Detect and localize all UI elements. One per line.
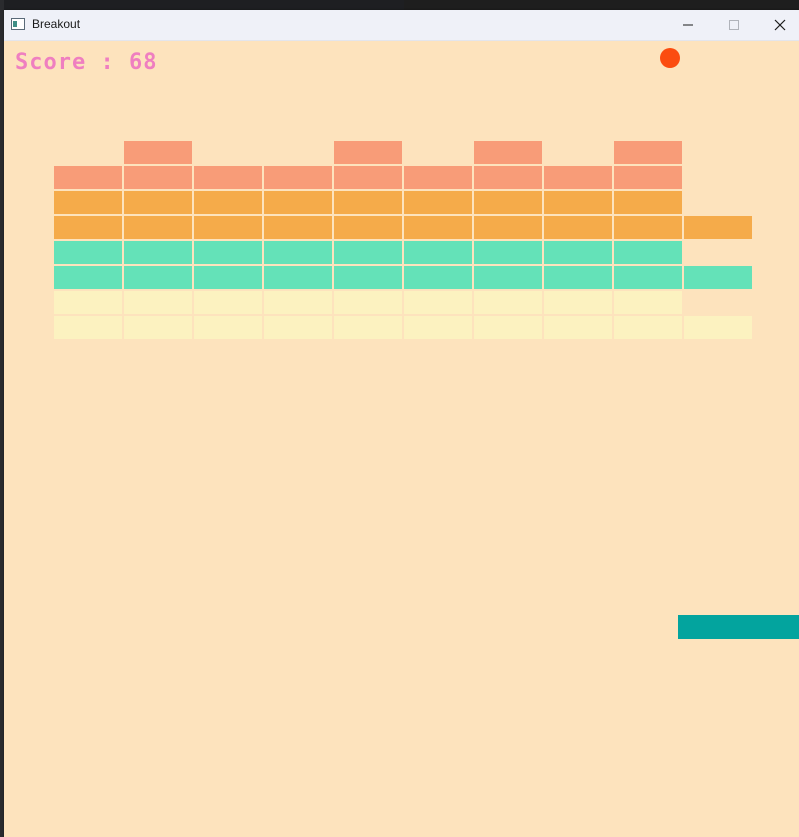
ball <box>660 48 680 68</box>
brick <box>614 141 682 164</box>
brick <box>614 316 682 339</box>
brick <box>124 316 192 339</box>
brick <box>544 166 612 189</box>
brick <box>334 241 402 264</box>
brick <box>474 216 542 239</box>
brick <box>54 166 122 189</box>
brick <box>264 216 332 239</box>
brick <box>404 291 472 314</box>
brick <box>544 316 612 339</box>
app-icon <box>11 18 25 30</box>
brick <box>404 191 472 214</box>
brick <box>684 216 752 239</box>
brick <box>334 141 402 164</box>
background-editor <box>404 0 799 10</box>
brick <box>264 166 332 189</box>
brick <box>474 191 542 214</box>
brick <box>264 266 332 289</box>
brick <box>544 241 612 264</box>
brick <box>334 191 402 214</box>
brick <box>614 291 682 314</box>
brick <box>264 241 332 264</box>
brick <box>474 141 542 164</box>
brick <box>544 266 612 289</box>
brick <box>684 316 752 339</box>
brick <box>194 316 262 339</box>
brick <box>194 266 262 289</box>
brick <box>54 241 122 264</box>
brick <box>194 291 262 314</box>
brick <box>334 291 402 314</box>
minimize-button[interactable] <box>665 10 711 40</box>
brick <box>614 216 682 239</box>
brick <box>684 266 752 289</box>
brick <box>474 166 542 189</box>
title-bar[interactable]: Breakout <box>4 10 799 41</box>
close-icon <box>774 19 786 31</box>
game-window: Breakout Score : 68 <box>4 10 799 837</box>
brick <box>124 141 192 164</box>
brick <box>474 316 542 339</box>
brick <box>544 216 612 239</box>
brick <box>334 216 402 239</box>
brick <box>544 191 612 214</box>
brick <box>124 191 192 214</box>
brick <box>124 241 192 264</box>
brick <box>194 191 262 214</box>
brick <box>264 191 332 214</box>
brick <box>334 316 402 339</box>
brick <box>614 241 682 264</box>
paddle[interactable] <box>678 615 799 639</box>
brick <box>54 291 122 314</box>
brick <box>124 216 192 239</box>
brick <box>124 166 192 189</box>
brick <box>54 216 122 239</box>
brick <box>54 266 122 289</box>
brick <box>124 291 192 314</box>
brick <box>474 241 542 264</box>
maximize-button[interactable] <box>711 10 757 40</box>
brick <box>474 291 542 314</box>
brick <box>614 166 682 189</box>
brick <box>404 166 472 189</box>
maximize-icon <box>729 20 739 30</box>
brick <box>334 166 402 189</box>
brick <box>404 266 472 289</box>
brick <box>334 266 402 289</box>
close-button[interactable] <box>757 10 799 40</box>
brick <box>124 266 192 289</box>
brick <box>404 216 472 239</box>
brick <box>474 266 542 289</box>
brick <box>264 291 332 314</box>
brick <box>404 241 472 264</box>
brick <box>194 241 262 264</box>
score-display: Score : 68 <box>15 50 158 75</box>
brick <box>544 291 612 314</box>
minimize-icon <box>683 24 693 26</box>
brick <box>614 191 682 214</box>
brick <box>194 216 262 239</box>
game-canvas[interactable]: Score : 68 <box>4 40 799 837</box>
brick <box>194 166 262 189</box>
brick <box>614 266 682 289</box>
brick <box>404 316 472 339</box>
brick <box>54 316 122 339</box>
brick <box>54 191 122 214</box>
window-title: Breakout <box>32 17 81 31</box>
brick <box>264 316 332 339</box>
